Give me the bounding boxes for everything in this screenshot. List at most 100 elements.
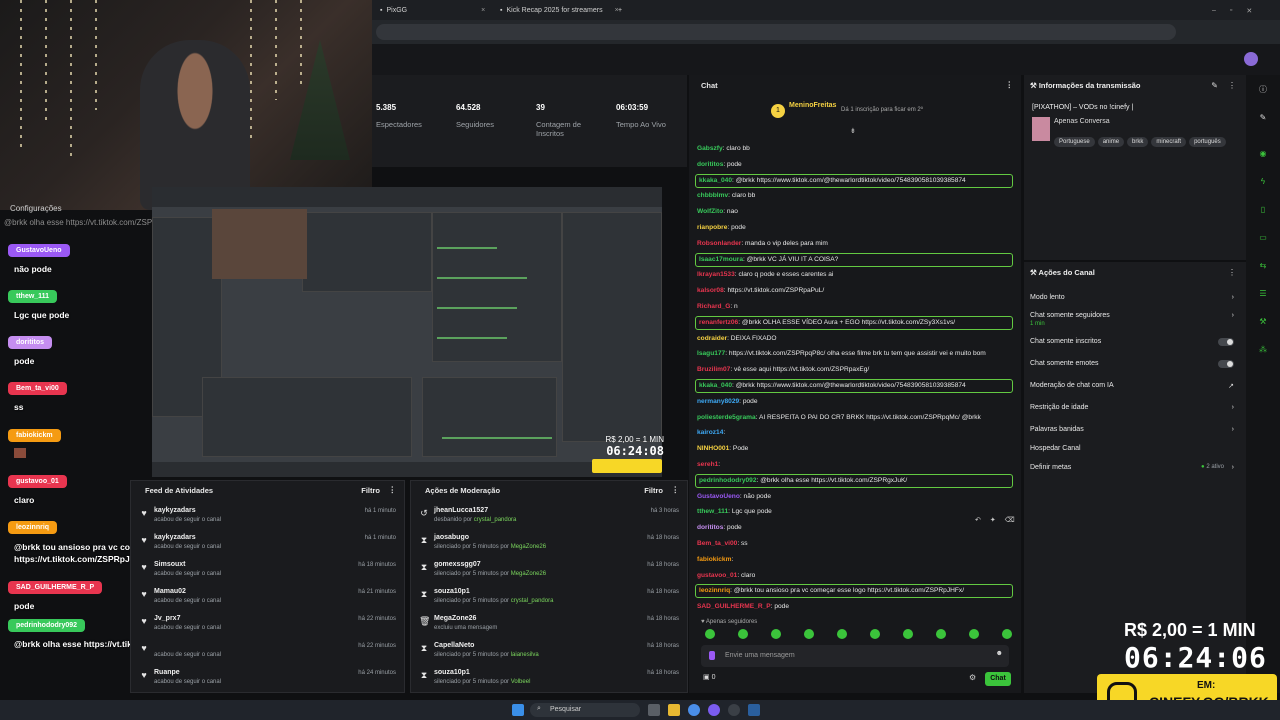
nodes-icon[interactable]: ⁂ (1258, 345, 1268, 355)
chat-message[interactable]: dorititos: pode (697, 159, 1015, 170)
folder-icon[interactable] (668, 704, 680, 716)
more-icon[interactable]: ⋮ (1006, 80, 1014, 89)
emote-icon[interactable] (837, 629, 847, 639)
taskbar-search[interactable]: ⌕ Pesquisar (530, 703, 640, 717)
wrench-icon[interactable]: ⚒ (1258, 317, 1268, 327)
chat-bubble-icon[interactable]: ▭ (1258, 233, 1268, 243)
channel-action-item[interactable]: Chat somente seguidores 1 min › (1030, 312, 1242, 327)
emote-icon[interactable] (738, 629, 748, 639)
chat-message[interactable]: sereh1: (697, 459, 1015, 470)
maximize-icon[interactable]: ▫ (1230, 7, 1232, 14)
chat-username[interactable]: Isagu177 (697, 350, 725, 357)
close-window-icon[interactable]: ✕ (1246, 7, 1252, 15)
mod-row[interactable]: ⧗ souza10p1 silenciado por 5 minutos por V… (411, 665, 687, 692)
chat-username[interactable]: gustavoo_01 (697, 572, 737, 579)
feed-row[interactable]: ♥ Ruanpe acabou de seguir o canal há 24 min… (131, 665, 404, 692)
chat-username[interactable]: poliesterde5grama (697, 414, 756, 421)
chat-username[interactable]: GustavoUeno (697, 493, 740, 500)
tab-pixgg[interactable]: ▪ PixGG × (380, 3, 485, 18)
send-button[interactable]: Chat (985, 672, 1011, 686)
minimize-icon[interactable]: – (1212, 7, 1216, 14)
more-icon[interactable]: ⋮ (1228, 81, 1236, 90)
chat-username[interactable]: Robsonlander (697, 240, 741, 247)
chat-message[interactable]: poliesterde5grama: AI RESPEITA O PAI DO … (697, 412, 1015, 423)
emote-picker-icon[interactable] (709, 651, 715, 660)
feed-row[interactable]: ♥ acabou de seguir o canal há 22 minutos (131, 638, 404, 665)
chat-username[interactable]: kkaka_040 (699, 177, 732, 184)
reply-icon[interactable]: ↶ (975, 516, 981, 524)
chat-message[interactable]: dorititos: pode (697, 522, 1015, 533)
emote-icon[interactable] (936, 629, 946, 639)
settings-icon[interactable]: ⚙ (969, 673, 976, 682)
filter-button[interactable]: Filtro (644, 486, 663, 495)
chrome-icon[interactable] (688, 704, 700, 716)
chat-message[interactable]: fabiokickm: (697, 554, 1015, 565)
discord-icon[interactable] (708, 704, 720, 716)
chat-username[interactable]: codraider (697, 335, 727, 342)
chat-username[interactable]: Isaac17moura (699, 256, 743, 263)
info-icon[interactable]: ⓘ (1258, 85, 1268, 95)
top-supporter[interactable]: 1 MeninoFreitas Dá 1 inscrição para fica… (771, 102, 1011, 122)
list-icon[interactable]: ☰ (1258, 289, 1268, 299)
chat-message[interactable]: chbbblmv: claro bb (697, 190, 1015, 201)
task-view-icon[interactable] (648, 704, 660, 716)
mod-row[interactable]: ⧗ jaosabugo silenciado por 5 minutos por M… (411, 530, 687, 557)
address-bar[interactable] (376, 24, 1176, 40)
chat-message[interactable]: rianpobre: pode (697, 222, 1015, 233)
document-icon[interactable]: ▯ (1258, 205, 1268, 215)
chat-username[interactable]: SAD_GUILHERME_R_P (697, 603, 771, 610)
emote-icon[interactable] (1002, 629, 1012, 639)
chat-message[interactable]: Gabszfy: claro bb (697, 143, 1015, 154)
filter-button[interactable]: Filtro (361, 486, 380, 495)
mod-row[interactable]: ⧗ CapellaNeto silenciado por 5 minutos por… (411, 638, 687, 665)
start-icon[interactable] (512, 704, 524, 716)
new-tab-button[interactable]: + (618, 3, 622, 18)
chat-username[interactable]: leozinnriq (699, 587, 730, 594)
chat-username[interactable]: Richard_G (697, 303, 730, 310)
chat-username[interactable]: tthew_111 (697, 508, 728, 515)
toggle-switch[interactable] (1218, 338, 1234, 346)
feed-row[interactable]: ♥ Mamau02 acabou de seguir o canal há 21 mi… (131, 584, 404, 611)
channel-action-item[interactable]: Moderação de chat com IA ↗ (1030, 382, 1242, 390)
stream-tag[interactable]: brkk (1127, 137, 1149, 147)
chat-username[interactable]: Bem_ta_vi00 (697, 540, 737, 547)
bolt-icon[interactable]: ϟ (1258, 177, 1268, 187)
chat-message[interactable]: tthew_111: Lgc que pode (697, 506, 1015, 517)
chat-username[interactable]: lkrayan1533 (697, 271, 735, 278)
chat-message[interactable]: SAD_GUILHERME_R_P: pode (697, 601, 1015, 612)
chat-username[interactable]: pedrinhododry092 (699, 477, 757, 484)
feed-row[interactable]: ♥ Simsouxt acabou de seguir o canal há 18 m… (131, 557, 404, 584)
chat-message[interactable]: Richard_G: n (697, 301, 1015, 312)
emote-icon[interactable] (705, 629, 715, 639)
pencil-icon[interactable]: ✎ (1258, 113, 1268, 123)
chat-username[interactable]: dorititos (697, 161, 723, 168)
chat-message[interactable]: lkrayan1533: claro q pode e esses carent… (697, 269, 1015, 280)
chat-message[interactable]: codraider: DEIXA FIXADO (697, 333, 1015, 344)
channel-action-item[interactable]: Chat somente emotes (1030, 360, 1242, 368)
stream-tag[interactable]: português (1189, 137, 1226, 147)
emote-icon[interactable] (903, 629, 913, 639)
delete-icon[interactable]: ⌫ (1005, 516, 1015, 524)
chat-message[interactable]: renanfertz06: @brkk OLHA ESSE VÍDEO Aura… (695, 315, 1013, 330)
close-icon[interactable]: × (481, 7, 485, 14)
chat-message[interactable]: kkaka_040: @brkk https://www.tiktok.com/… (695, 173, 1013, 188)
chat-message[interactable]: kkaka_040: @brkk https://www.tiktok.com/… (695, 379, 1013, 393)
tab-kick-recap[interactable]: ▪ Kick Recap 2025 for streamers × (500, 3, 619, 18)
mod-row[interactable]: ⧗ souza10p1 silenciado por 5 minutos por c… (411, 584, 687, 611)
toggle-switch[interactable] (1218, 360, 1234, 368)
more-icon[interactable]: ⋮ (1228, 268, 1236, 277)
chat-message[interactable]: Isaac17moura: @brkk VC JÁ VIU IT A COISA… (695, 252, 1013, 267)
chat-username[interactable]: fabiokickm (697, 556, 731, 563)
chat-username[interactable]: sereh1 (697, 461, 718, 468)
pin-icon[interactable]: ✦ (990, 516, 996, 524)
mod-row[interactable]: 🗑 MegaZone26 excluiu uma mensagem há 18 ho… (411, 611, 687, 638)
chat-message[interactable]: WolfZito: nao (697, 206, 1015, 217)
chat-username[interactable]: kairoz14 (697, 429, 723, 436)
chat-message[interactable]: Robsonlander: manda o vip deles para mim (697, 238, 1015, 249)
chat-message[interactable]: kairoz14: (697, 427, 1015, 438)
feed-row[interactable]: ♥ Jv_prx7 acabou de seguir o canal há 22 mi… (131, 611, 404, 638)
stream-tag[interactable]: minecraft (1151, 137, 1187, 147)
chat-message[interactable]: nermany8029: pode (697, 396, 1015, 407)
emote-icon[interactable] (771, 629, 781, 639)
channel-action-item[interactable]: Palavras banidas › (1030, 426, 1242, 433)
